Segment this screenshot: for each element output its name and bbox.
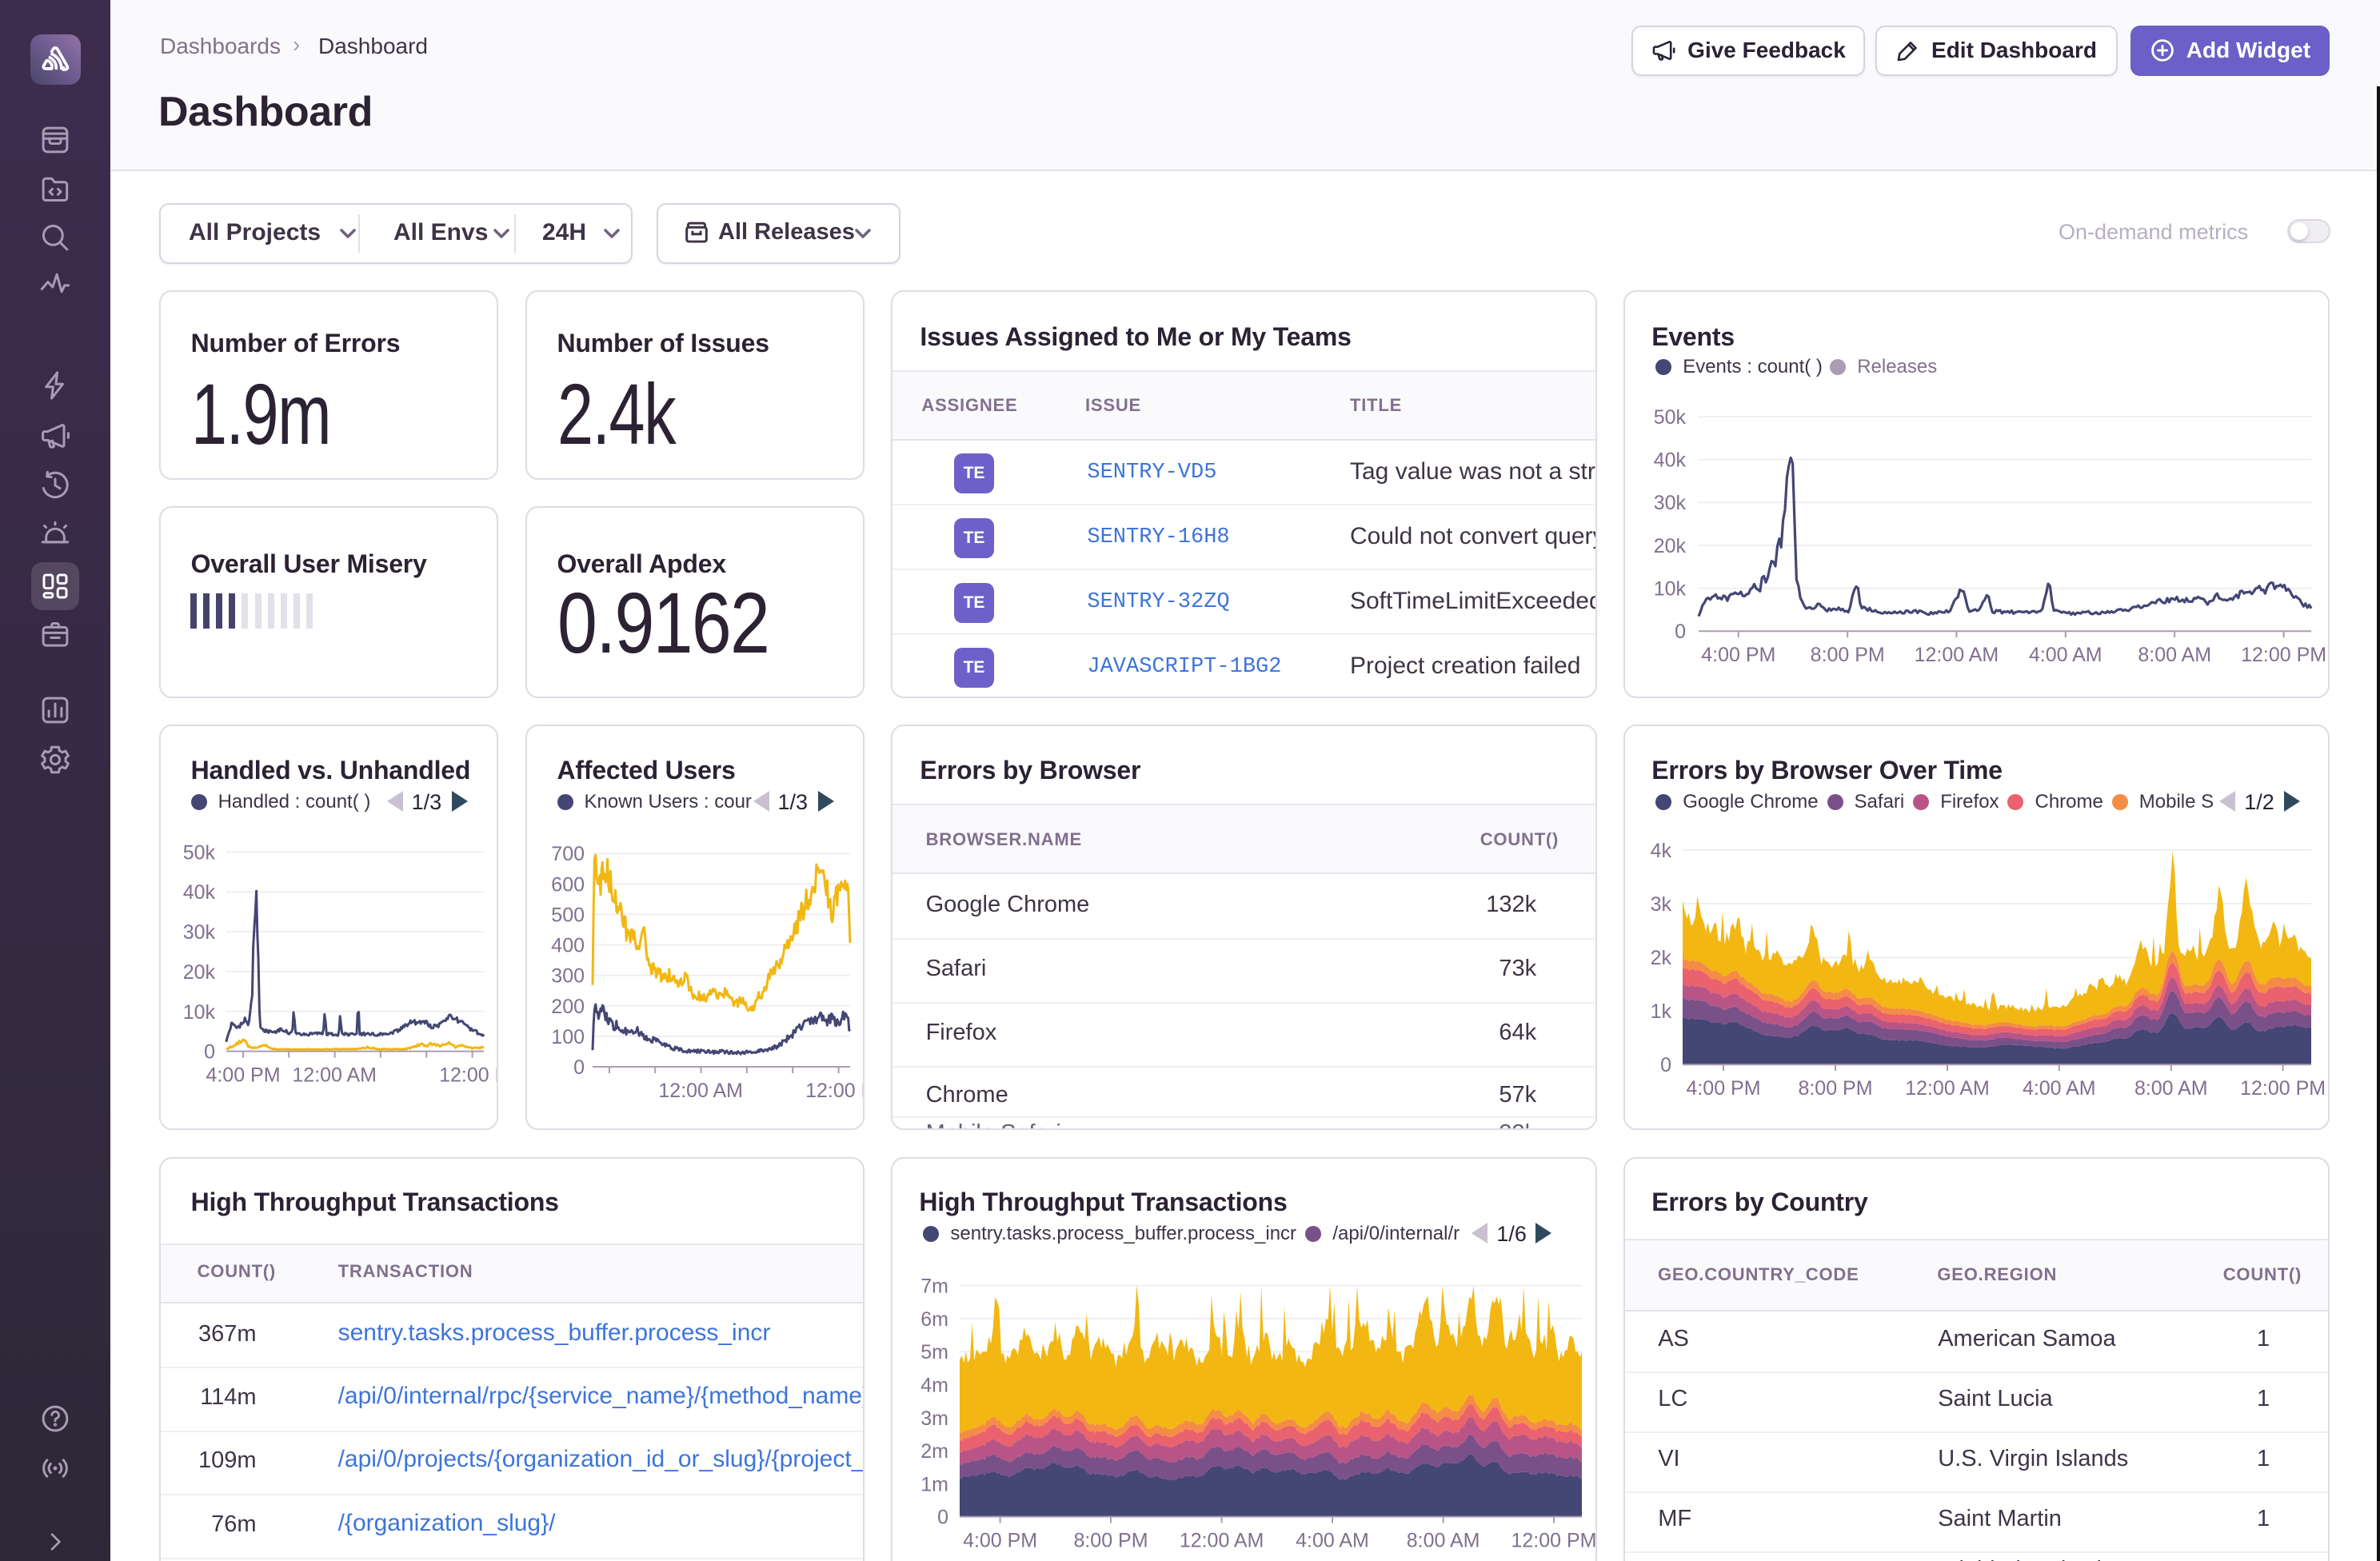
svg-text:3k: 3k xyxy=(1651,893,1672,916)
svg-text:12:00 AM: 12:00 AM xyxy=(1180,1530,1264,1552)
svg-text:8:00 PM: 8:00 PM xyxy=(1799,1077,1873,1100)
svg-text:12:00 P: 12:00 P xyxy=(805,1080,865,1102)
svg-text:12:00 P: 12:00 P xyxy=(439,1064,499,1087)
svg-text:500: 500 xyxy=(551,904,585,926)
svg-text:12:00 AM: 12:00 AM xyxy=(1905,1077,1990,1100)
svg-text:4:00 PM: 4:00 PM xyxy=(963,1530,1037,1552)
svg-text:600: 600 xyxy=(551,873,585,896)
svg-text:12:00 AM: 12:00 AM xyxy=(658,1080,743,1102)
svg-text:4k: 4k xyxy=(1651,840,1672,862)
svg-text:0: 0 xyxy=(937,1507,948,1529)
svg-text:300: 300 xyxy=(551,965,585,988)
svg-text:7m: 7m xyxy=(921,1276,949,1298)
svg-text:8:00 AM: 8:00 AM xyxy=(2134,1077,2208,1100)
svg-text:30k: 30k xyxy=(182,921,215,944)
svg-text:50k: 50k xyxy=(182,841,215,864)
svg-text:0: 0 xyxy=(1660,1054,1671,1076)
svg-text:400: 400 xyxy=(551,935,585,957)
svg-text:12:00 AM: 12:00 AM xyxy=(1915,644,1999,666)
svg-text:0: 0 xyxy=(204,1041,215,1064)
svg-text:5m: 5m xyxy=(921,1341,949,1363)
svg-text:12:00 PM: 12:00 PM xyxy=(2240,1077,2326,1100)
svg-text:4:00 PM: 4:00 PM xyxy=(1701,644,1775,666)
svg-text:4:00 PM: 4:00 PM xyxy=(1687,1077,1761,1100)
svg-text:2k: 2k xyxy=(1651,947,1672,969)
svg-text:10k: 10k xyxy=(182,1001,215,1024)
svg-text:8:00 PM: 8:00 PM xyxy=(1811,644,1885,666)
svg-text:8:00 PM: 8:00 PM xyxy=(1074,1530,1148,1552)
svg-text:12:00 PM: 12:00 PM xyxy=(2241,644,2326,666)
svg-text:30k: 30k xyxy=(1654,492,1687,514)
svg-text:20k: 20k xyxy=(182,961,215,984)
svg-text:50k: 50k xyxy=(1654,406,1687,429)
svg-text:40k: 40k xyxy=(1654,449,1687,472)
svg-text:12:00 AM: 12:00 AM xyxy=(292,1064,377,1087)
svg-text:1m: 1m xyxy=(921,1473,949,1495)
svg-text:4:00 PM: 4:00 PM xyxy=(206,1064,280,1087)
svg-text:100: 100 xyxy=(551,1026,585,1048)
svg-text:4m: 4m xyxy=(921,1374,949,1396)
svg-text:10k: 10k xyxy=(1654,578,1687,601)
svg-text:2m: 2m xyxy=(921,1440,949,1463)
svg-text:20k: 20k xyxy=(1654,535,1687,557)
svg-text:8:00 AM: 8:00 AM xyxy=(1407,1530,1480,1552)
svg-text:6m: 6m xyxy=(921,1308,949,1331)
svg-text:40k: 40k xyxy=(182,881,215,904)
svg-text:12:00 PM: 12:00 PM xyxy=(1511,1530,1597,1552)
svg-text:4:00 AM: 4:00 AM xyxy=(2023,1077,2096,1100)
svg-text:3m: 3m xyxy=(921,1407,949,1430)
svg-text:700: 700 xyxy=(551,843,585,865)
svg-text:1k: 1k xyxy=(1651,1000,1672,1023)
svg-text:200: 200 xyxy=(551,996,585,1018)
svg-text:0: 0 xyxy=(1675,621,1686,643)
svg-text:4:00 AM: 4:00 AM xyxy=(1296,1530,1370,1552)
svg-text:0: 0 xyxy=(573,1056,585,1079)
svg-text:8:00 AM: 8:00 AM xyxy=(2138,644,2212,666)
svg-text:4:00 AM: 4:00 AM xyxy=(2029,644,2102,666)
